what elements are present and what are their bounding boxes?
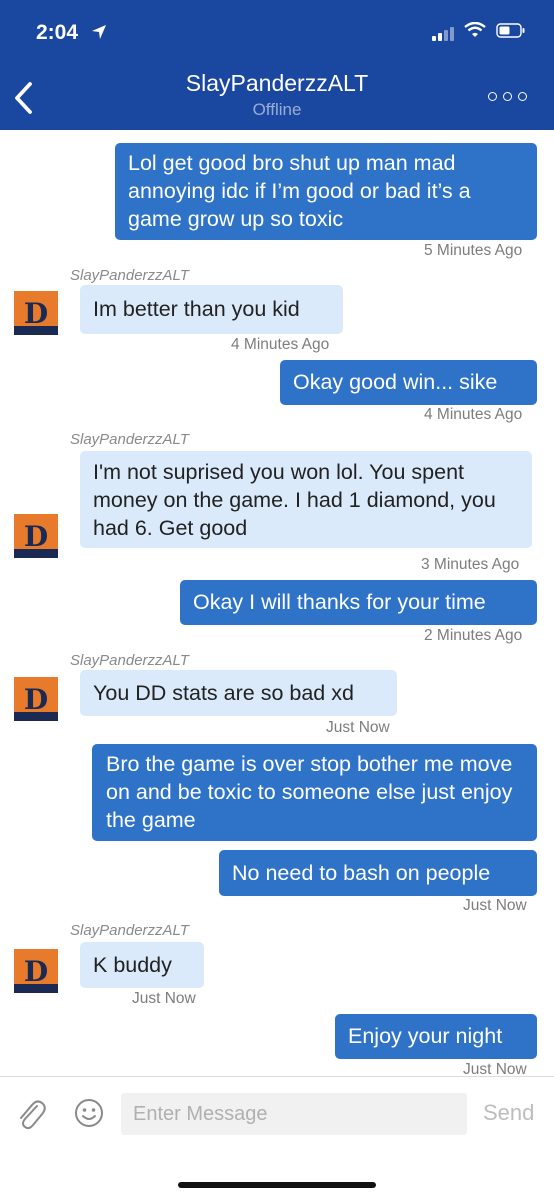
team-logo-icon: D [14, 949, 58, 993]
sender-name: SlayPanderzzALT [70, 431, 189, 448]
message-bubble-outgoing[interactable]: Lol get good bro shut up man mad annoyin… [115, 143, 537, 240]
message-bubble-incoming[interactable]: Im better than you kid [80, 285, 343, 334]
cellular-signal-icon [432, 25, 454, 41]
team-logo-icon: D [14, 514, 58, 558]
message-bubble-outgoing[interactable]: Okay good win... sike [280, 360, 537, 405]
status-icons [432, 21, 526, 43]
location-arrow-icon [91, 24, 107, 45]
status-time: 2:04 [36, 21, 79, 44]
header-bar: 2:04 SlayPanderzzALT Offline [0, 0, 554, 130]
message-timestamp: 2 Minutes Ago [424, 627, 523, 644]
attach-button[interactable] [16, 1097, 46, 1136]
message-bubble-incoming[interactable]: You DD stats are so bad xd [80, 670, 397, 716]
team-logo-icon: D [14, 677, 58, 721]
contact-avatar: D [14, 291, 58, 335]
message-timestamp: Just Now [132, 990, 196, 1007]
home-indicator[interactable] [178, 1182, 376, 1188]
svg-text:D: D [24, 683, 48, 716]
svg-text:D: D [24, 297, 48, 330]
message-timestamp: 4 Minutes Ago [231, 336, 330, 353]
smiley-icon [75, 1099, 103, 1127]
message-bubble-outgoing[interactable]: Okay I will thanks for your time [180, 580, 537, 625]
app: 2:04 SlayPanderzzALT Offline Lol get goo… [0, 0, 554, 1200]
paperclip-icon [20, 1100, 46, 1130]
contact-avatar: D [14, 677, 58, 721]
message-bubble-outgoing[interactable]: Bro the game is over stop bother me move… [92, 744, 537, 841]
more-options-button[interactable] [488, 92, 527, 101]
message-list[interactable]: Lol get good bro shut up man mad annoyin… [0, 130, 554, 1078]
message-input[interactable] [121, 1093, 467, 1135]
emoji-button[interactable] [74, 1098, 104, 1133]
svg-text:D: D [24, 955, 48, 988]
message-timestamp: 4 Minutes Ago [424, 406, 523, 423]
message-bubble-incoming[interactable]: I'm not suprised you won lol. You spent … [80, 451, 532, 548]
message-timestamp: 5 Minutes Ago [424, 242, 523, 259]
message-bubble-outgoing[interactable]: Enjoy your night [335, 1014, 537, 1059]
battery-icon [496, 22, 526, 43]
sender-name: SlayPanderzzALT [70, 922, 189, 939]
wifi-icon [464, 21, 486, 43]
message-timestamp: 3 Minutes Ago [421, 556, 520, 573]
contact-avatar: D [14, 514, 58, 558]
svg-text:D: D [24, 520, 48, 553]
sender-name: SlayPanderzzALT [70, 652, 189, 669]
conversation-title: SlayPanderzzALT [185, 70, 369, 96]
presence-status: Offline [252, 100, 302, 119]
message-timestamp: Just Now [326, 719, 390, 736]
message-timestamp: Just Now [463, 897, 527, 914]
send-button[interactable]: Send [483, 1100, 534, 1126]
message-bubble-incoming[interactable]: K buddy [80, 942, 204, 988]
more-icon [488, 92, 497, 101]
team-logo-icon: D [14, 291, 58, 335]
contact-avatar: D [14, 949, 58, 993]
sender-name: SlayPanderzzALT [70, 267, 189, 284]
message-bubble-outgoing[interactable]: No need to bash on people [219, 850, 537, 896]
